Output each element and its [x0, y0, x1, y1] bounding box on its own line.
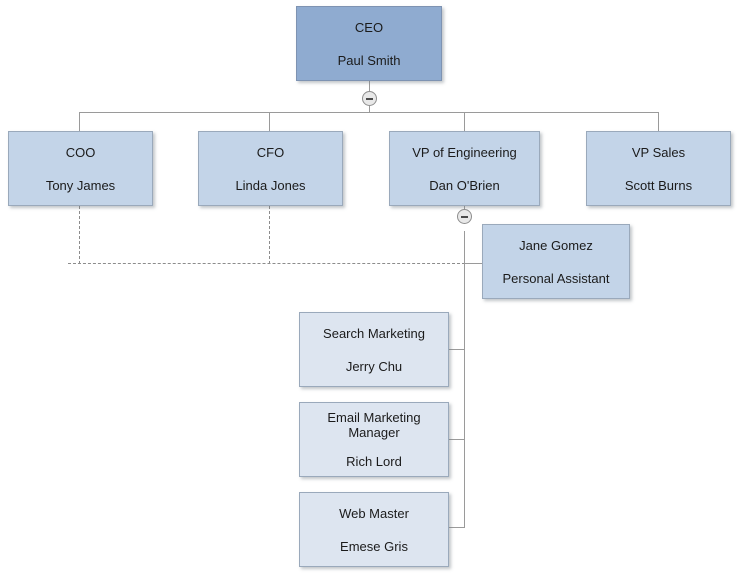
node-vp-engineering-name: Dan O'Brien [429, 177, 500, 193]
node-search-marketing-name: Jerry Chu [345, 358, 403, 374]
collapse-toggle-ceo[interactable] [362, 91, 377, 106]
node-ceo-name: Paul Smith [337, 52, 401, 68]
connector-stub-email-marketing [448, 439, 465, 440]
node-webmaster-title: Web Master [339, 505, 409, 521]
node-cfo-name: Linda Jones [235, 177, 306, 193]
node-vp-engineering-title: VP of Engineering [412, 144, 517, 160]
connector-drop-coo [79, 112, 80, 131]
connector-stub-search-marketing [448, 349, 465, 350]
node-vp-engineering[interactable]: VP of Engineering Dan O'Brien [389, 131, 540, 206]
node-search-marketing-title: Search Marketing [323, 325, 425, 341]
connector-drop-cfo [269, 112, 270, 131]
node-email-marketing-title: Email Marketing Manager [327, 410, 421, 440]
node-vp-sales-name: Scott Burns [624, 177, 693, 193]
node-email-marketing-name: Rich Lord [346, 454, 402, 469]
connector-stub-webmaster [448, 527, 465, 528]
org-chart: CEO Paul Smith COO Tony James CFO Linda … [0, 0, 737, 576]
connector-vp-eng-trunk [464, 231, 465, 527]
node-coo[interactable]: COO Tony James [8, 131, 153, 206]
node-coo-title: COO [65, 144, 96, 160]
collapse-toggle-vp-engineering[interactable] [457, 209, 472, 224]
connector-drop-vp-eng [464, 112, 465, 131]
node-personal-assistant-title: Personal Assistant [502, 270, 610, 286]
connector-stub-assistant [464, 263, 483, 264]
node-vp-sales-title: VP Sales [631, 144, 686, 160]
node-webmaster[interactable]: Web Master Emese Gris [299, 492, 449, 567]
connector-dashed-cfo [269, 206, 270, 264]
node-personal-assistant[interactable]: Jane Gomez Personal Assistant [482, 224, 630, 299]
connector-drop-vp-sales [658, 112, 659, 131]
node-cfo-title: CFO [256, 144, 285, 160]
connector-dashed-bus [68, 263, 465, 264]
node-ceo-title: CEO [354, 19, 384, 35]
node-ceo[interactable]: CEO Paul Smith [296, 6, 442, 81]
connector-tier2-bus [79, 112, 659, 113]
node-email-marketing[interactable]: Email Marketing Manager Rich Lord [299, 402, 449, 477]
connector-dashed-coo [79, 206, 80, 264]
node-vp-sales[interactable]: VP Sales Scott Burns [586, 131, 731, 206]
node-cfo[interactable]: CFO Linda Jones [198, 131, 343, 206]
node-webmaster-name: Emese Gris [340, 538, 408, 554]
node-personal-assistant-name: Jane Gomez [519, 237, 593, 253]
node-coo-name: Tony James [45, 177, 116, 193]
node-search-marketing[interactable]: Search Marketing Jerry Chu [299, 312, 449, 387]
